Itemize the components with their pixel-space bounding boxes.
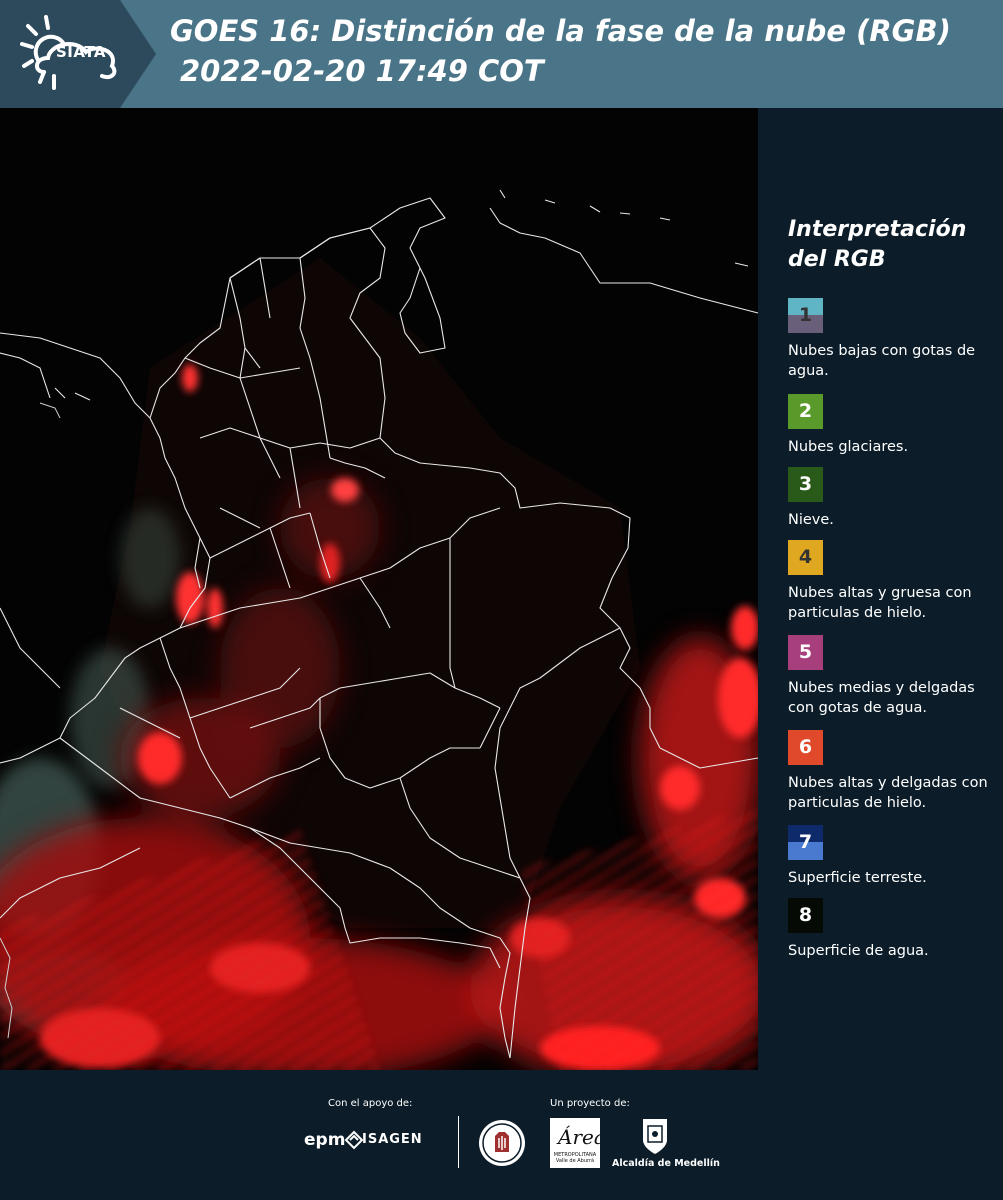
legend-swatch-3: 3 — [788, 467, 823, 502]
legend-text-5: Nubes medias y delgadas con gotas de agu… — [788, 680, 975, 716]
page-title: GOES 16: Distinción de la fase de la nub… — [170, 14, 951, 48]
area-valle-label: Valle de Aburrá — [555, 1158, 595, 1164]
support-label: Con el apoyo de: — [328, 1098, 413, 1109]
legend-swatch-8: 8 — [788, 898, 823, 933]
satellite-map — [0, 108, 758, 1070]
legend-item-8: 8 Superficie de agua. — [788, 898, 993, 961]
isagen-logo-icon — [344, 1130, 364, 1150]
siata-logo-text: SIATA — [56, 43, 107, 61]
legend-swatch-5: 5 — [788, 635, 823, 670]
legend-title: Interpretación del RGB — [788, 217, 967, 272]
legend-item-2: 2 Nubes glaciares. — [788, 394, 993, 457]
gobernacion-seal-icon — [479, 1120, 525, 1166]
legend-item-1: 1 Nubes bajas con gotas de agua. — [788, 298, 993, 381]
footer-divider — [458, 1116, 459, 1168]
legend-text-4: Nubes altas y gruesa con particulas de h… — [788, 585, 972, 621]
legend-swatch-4: 4 — [788, 540, 823, 575]
header-bar: SIATA GOES 16: Distinción de la fase de … — [0, 0, 1003, 108]
legend-swatch-2: 2 — [788, 394, 823, 429]
colombia-rgb-map — [0, 108, 758, 1070]
page-timestamp: 2022-02-20 17:49 COT — [180, 54, 544, 88]
legend-item-3: 3 Nieve. — [788, 467, 993, 530]
legend-text-7: Superficie terreste. — [788, 870, 927, 886]
legend-item-4: 4 Nubes altas y gruesa con particulas de… — [788, 540, 993, 623]
alcaldia-shield-icon — [643, 1119, 667, 1154]
legend-swatch-6: 6 — [788, 730, 823, 765]
epm-logo: epm — [304, 1130, 346, 1150]
alcaldia-label: Alcaldía de Medellín — [612, 1158, 720, 1169]
footer: Con el apoyo de: Un proyecto de: epm ISA… — [0, 1070, 1003, 1200]
area-metropolitana-logo: Área METROPOLITANA Valle de Aburrá — [550, 1118, 606, 1168]
legend-swatch-7: 7 — [788, 825, 823, 860]
svg-text:Área: Área — [556, 1125, 600, 1149]
legend-item-6: 6 Nubes altas y delgadas con particulas … — [788, 730, 993, 813]
legend-text-2: Nubes glaciares. — [788, 439, 909, 455]
legend-text-8: Superficie de agua. — [788, 943, 929, 959]
isagen-logo: ISAGEN — [362, 1132, 423, 1147]
legend-text-3: Nieve. — [788, 512, 834, 528]
project-label: Un proyecto de: — [550, 1098, 630, 1109]
legend-text-1: Nubes bajas con gotas de agua. — [788, 343, 976, 379]
legend-item-7: 7 Superficie terreste. — [788, 825, 993, 888]
legend-swatch-1: 1 — [788, 298, 823, 333]
logo-panel-arrow — [120, 0, 156, 108]
legend-item-5: 5 Nubes medias y delgadas con gotas de a… — [788, 635, 993, 718]
legend-text-6: Nubes altas y delgadas con particulas de… — [788, 775, 988, 811]
area-logo-icon: Área — [556, 1125, 606, 1149]
legend-panel: Interpretación del RGB 1 Nubes bajas con… — [776, 108, 996, 1070]
